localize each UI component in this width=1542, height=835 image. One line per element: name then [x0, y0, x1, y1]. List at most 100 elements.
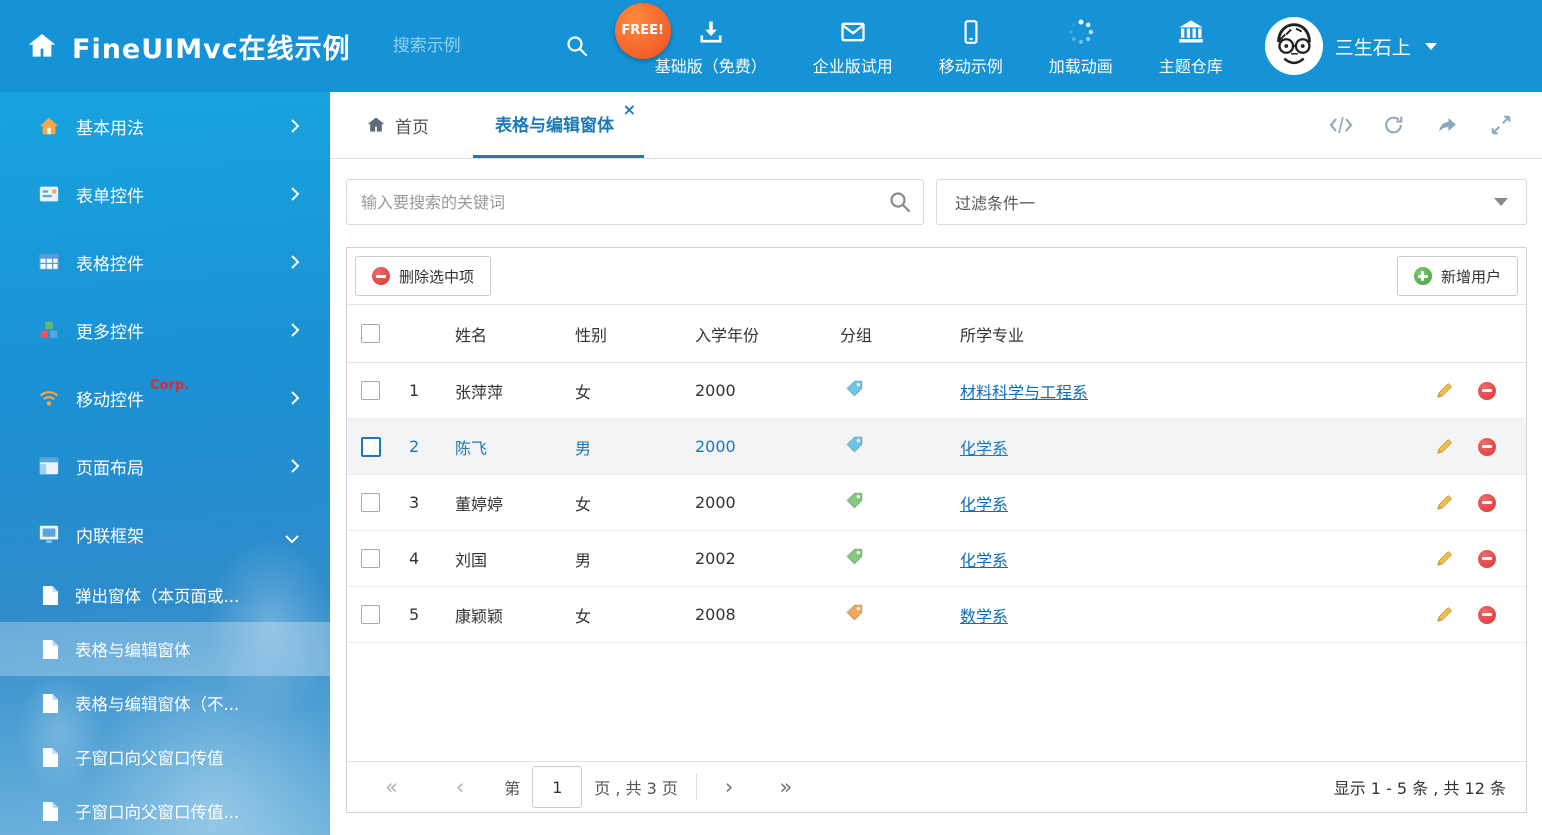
- sidebar-item-basic-usage[interactable]: 基本用法: [0, 92, 330, 160]
- cell-gender: 女: [575, 603, 695, 627]
- close-icon[interactable]: ×: [623, 102, 636, 118]
- row-checkbox[interactable]: [361, 437, 381, 457]
- header-search-input[interactable]: [391, 35, 555, 57]
- search-icon[interactable]: [565, 34, 589, 58]
- last-page-icon[interactable]: »: [779, 777, 792, 798]
- filter-dropdown[interactable]: 过滤条件一: [936, 179, 1527, 225]
- filter-dropdown-value: 过滤条件一: [955, 190, 1035, 214]
- edit-icon[interactable]: [1433, 436, 1454, 457]
- major-link[interactable]: 化学系: [960, 439, 1008, 458]
- delete-row-icon[interactable]: [1478, 494, 1496, 512]
- sidebar-item-page-layout[interactable]: 页面布局: [0, 432, 330, 500]
- sidebar-subitem-label: 表格与编辑窗体（不...: [75, 691, 239, 715]
- col-header-name: 姓名: [455, 322, 575, 346]
- nav-item-loading-animation[interactable]: 加载动画: [1049, 16, 1113, 77]
- sidebar-item-label: 表单控件: [76, 182, 144, 207]
- tab-home[interactable]: 首页: [348, 92, 447, 158]
- chevron-right-icon: [290, 390, 300, 406]
- app-window: FineUIMvc在线示例 FREE! 基础版（免费） 企业版试用: [0, 0, 1542, 835]
- tab-grid-edit-window[interactable]: 表格与编辑窗体 ×: [473, 92, 644, 158]
- sidebar-subitem-grid-edit-window-2[interactable]: 表格与编辑窗体（不...: [0, 676, 330, 730]
- user-name: 三生石上: [1335, 33, 1411, 60]
- delete-row-icon[interactable]: [1478, 382, 1496, 400]
- cell-gender: 女: [575, 379, 695, 403]
- header-nav: FREE! 基础版（免费） 企业版试用 移动示例: [655, 16, 1223, 77]
- sidebar-item-more-controls[interactable]: 更多控件: [0, 296, 330, 364]
- tag-icon[interactable]: [846, 494, 863, 513]
- delete-selected-label: 删除选中项: [399, 266, 474, 287]
- next-page-icon[interactable]: ›: [725, 777, 733, 798]
- chevron-down-icon: [1425, 43, 1437, 50]
- layout-icon: [38, 455, 60, 477]
- search-icon[interactable]: [888, 190, 912, 214]
- sidebar-subitem-child-to-parent[interactable]: 子窗口向父窗口传值: [0, 730, 330, 784]
- row-checkbox[interactable]: [361, 549, 380, 568]
- nav-item-theme-store[interactable]: 主题仓库: [1159, 16, 1223, 77]
- sidebar-subitem-grid-edit-window[interactable]: 表格与编辑窗体: [0, 622, 330, 676]
- table-row: 4 刘国 男 2002 化学系: [347, 531, 1526, 587]
- add-user-button[interactable]: 新增用户: [1397, 256, 1518, 296]
- file-icon: [42, 747, 59, 768]
- major-link[interactable]: 数学系: [960, 607, 1008, 626]
- edit-icon[interactable]: [1433, 604, 1454, 625]
- tab-label: 首页: [395, 113, 429, 138]
- nav-label: 基础版（免费）: [655, 53, 767, 77]
- brand[interactable]: FineUIMvc在线示例: [26, 27, 351, 66]
- table-header-row: 姓名 性别 入学年份 分组 所学专业: [347, 304, 1526, 363]
- table-icon: [38, 251, 60, 273]
- chevron-right-icon: [290, 186, 300, 202]
- sidebar-subitem-label: 子窗口向父窗口传值: [75, 745, 224, 769]
- nav-item-enterprise-trial[interactable]: 企业版试用: [813, 16, 893, 77]
- prev-page-icon[interactable]: ‹: [456, 777, 464, 798]
- source-code-icon[interactable]: [1328, 114, 1354, 136]
- cell-name: 康颖颖: [455, 603, 575, 627]
- sidebar-subitem-child-to-parent-2[interactable]: 子窗口向父窗口传值...: [0, 784, 330, 835]
- row-number: 3: [409, 493, 455, 512]
- select-all-checkbox[interactable]: [361, 324, 380, 343]
- cell-gender: 男: [575, 547, 695, 571]
- sidebar-item-mobile-controls[interactable]: 移动控件 Corp.: [0, 364, 330, 432]
- row-checkbox[interactable]: [361, 381, 380, 400]
- row-number: 1: [409, 381, 455, 400]
- cell-year: 2000: [695, 493, 840, 512]
- sidebar-item-label: 更多控件: [76, 318, 144, 343]
- cell-year: 2000: [695, 437, 840, 456]
- chevron-down-icon: [284, 529, 300, 539]
- keyword-search-input[interactable]: [346, 179, 924, 225]
- expand-icon[interactable]: [1490, 114, 1516, 136]
- user-menu[interactable]: 三生石上: [1265, 17, 1437, 75]
- first-page-icon[interactable]: «: [385, 777, 398, 798]
- tab-label: 表格与编辑窗体: [495, 111, 614, 136]
- sidebar-item-form-controls[interactable]: 表单控件: [0, 160, 330, 228]
- tag-icon[interactable]: [846, 438, 863, 457]
- edit-icon[interactable]: [1433, 492, 1454, 513]
- table-row: 5 康颖颖 女 2008 数学系: [347, 587, 1526, 643]
- delete-selected-button[interactable]: 删除选中项: [355, 256, 491, 296]
- nav-item-basic-free[interactable]: FREE! 基础版（免费）: [655, 16, 767, 77]
- sidebar-subitem-popup-window[interactable]: 弹出窗体（本页面或...: [0, 568, 330, 622]
- delete-row-icon[interactable]: [1478, 606, 1496, 624]
- edit-icon[interactable]: [1433, 380, 1454, 401]
- row-checkbox[interactable]: [361, 493, 380, 512]
- tag-icon[interactable]: [846, 606, 863, 625]
- nav-label: 企业版试用: [813, 53, 893, 77]
- refresh-icon[interactable]: [1382, 114, 1408, 136]
- sidebar-item-inline-frame[interactable]: 内联框架: [0, 500, 330, 568]
- delete-row-icon[interactable]: [1478, 550, 1496, 568]
- major-link[interactable]: 化学系: [960, 495, 1008, 514]
- tag-icon[interactable]: [846, 382, 863, 401]
- bank-icon: [1177, 16, 1205, 46]
- filter-row: 过滤条件一: [346, 179, 1527, 225]
- cubes-icon: [38, 319, 60, 341]
- row-checkbox[interactable]: [361, 605, 380, 624]
- major-link[interactable]: 材料科学与工程系: [960, 383, 1088, 402]
- delete-row-icon[interactable]: [1478, 438, 1496, 456]
- nav-item-mobile-demo[interactable]: 移动示例: [939, 16, 1003, 77]
- edit-icon[interactable]: [1433, 548, 1454, 569]
- sidebar-item-grid-controls[interactable]: 表格控件: [0, 228, 330, 296]
- tag-icon[interactable]: [846, 550, 863, 569]
- sidebar-item-label: 表格控件: [76, 250, 144, 275]
- share-icon[interactable]: [1436, 114, 1462, 136]
- page-number-input[interactable]: [532, 766, 582, 808]
- major-link[interactable]: 化学系: [960, 551, 1008, 570]
